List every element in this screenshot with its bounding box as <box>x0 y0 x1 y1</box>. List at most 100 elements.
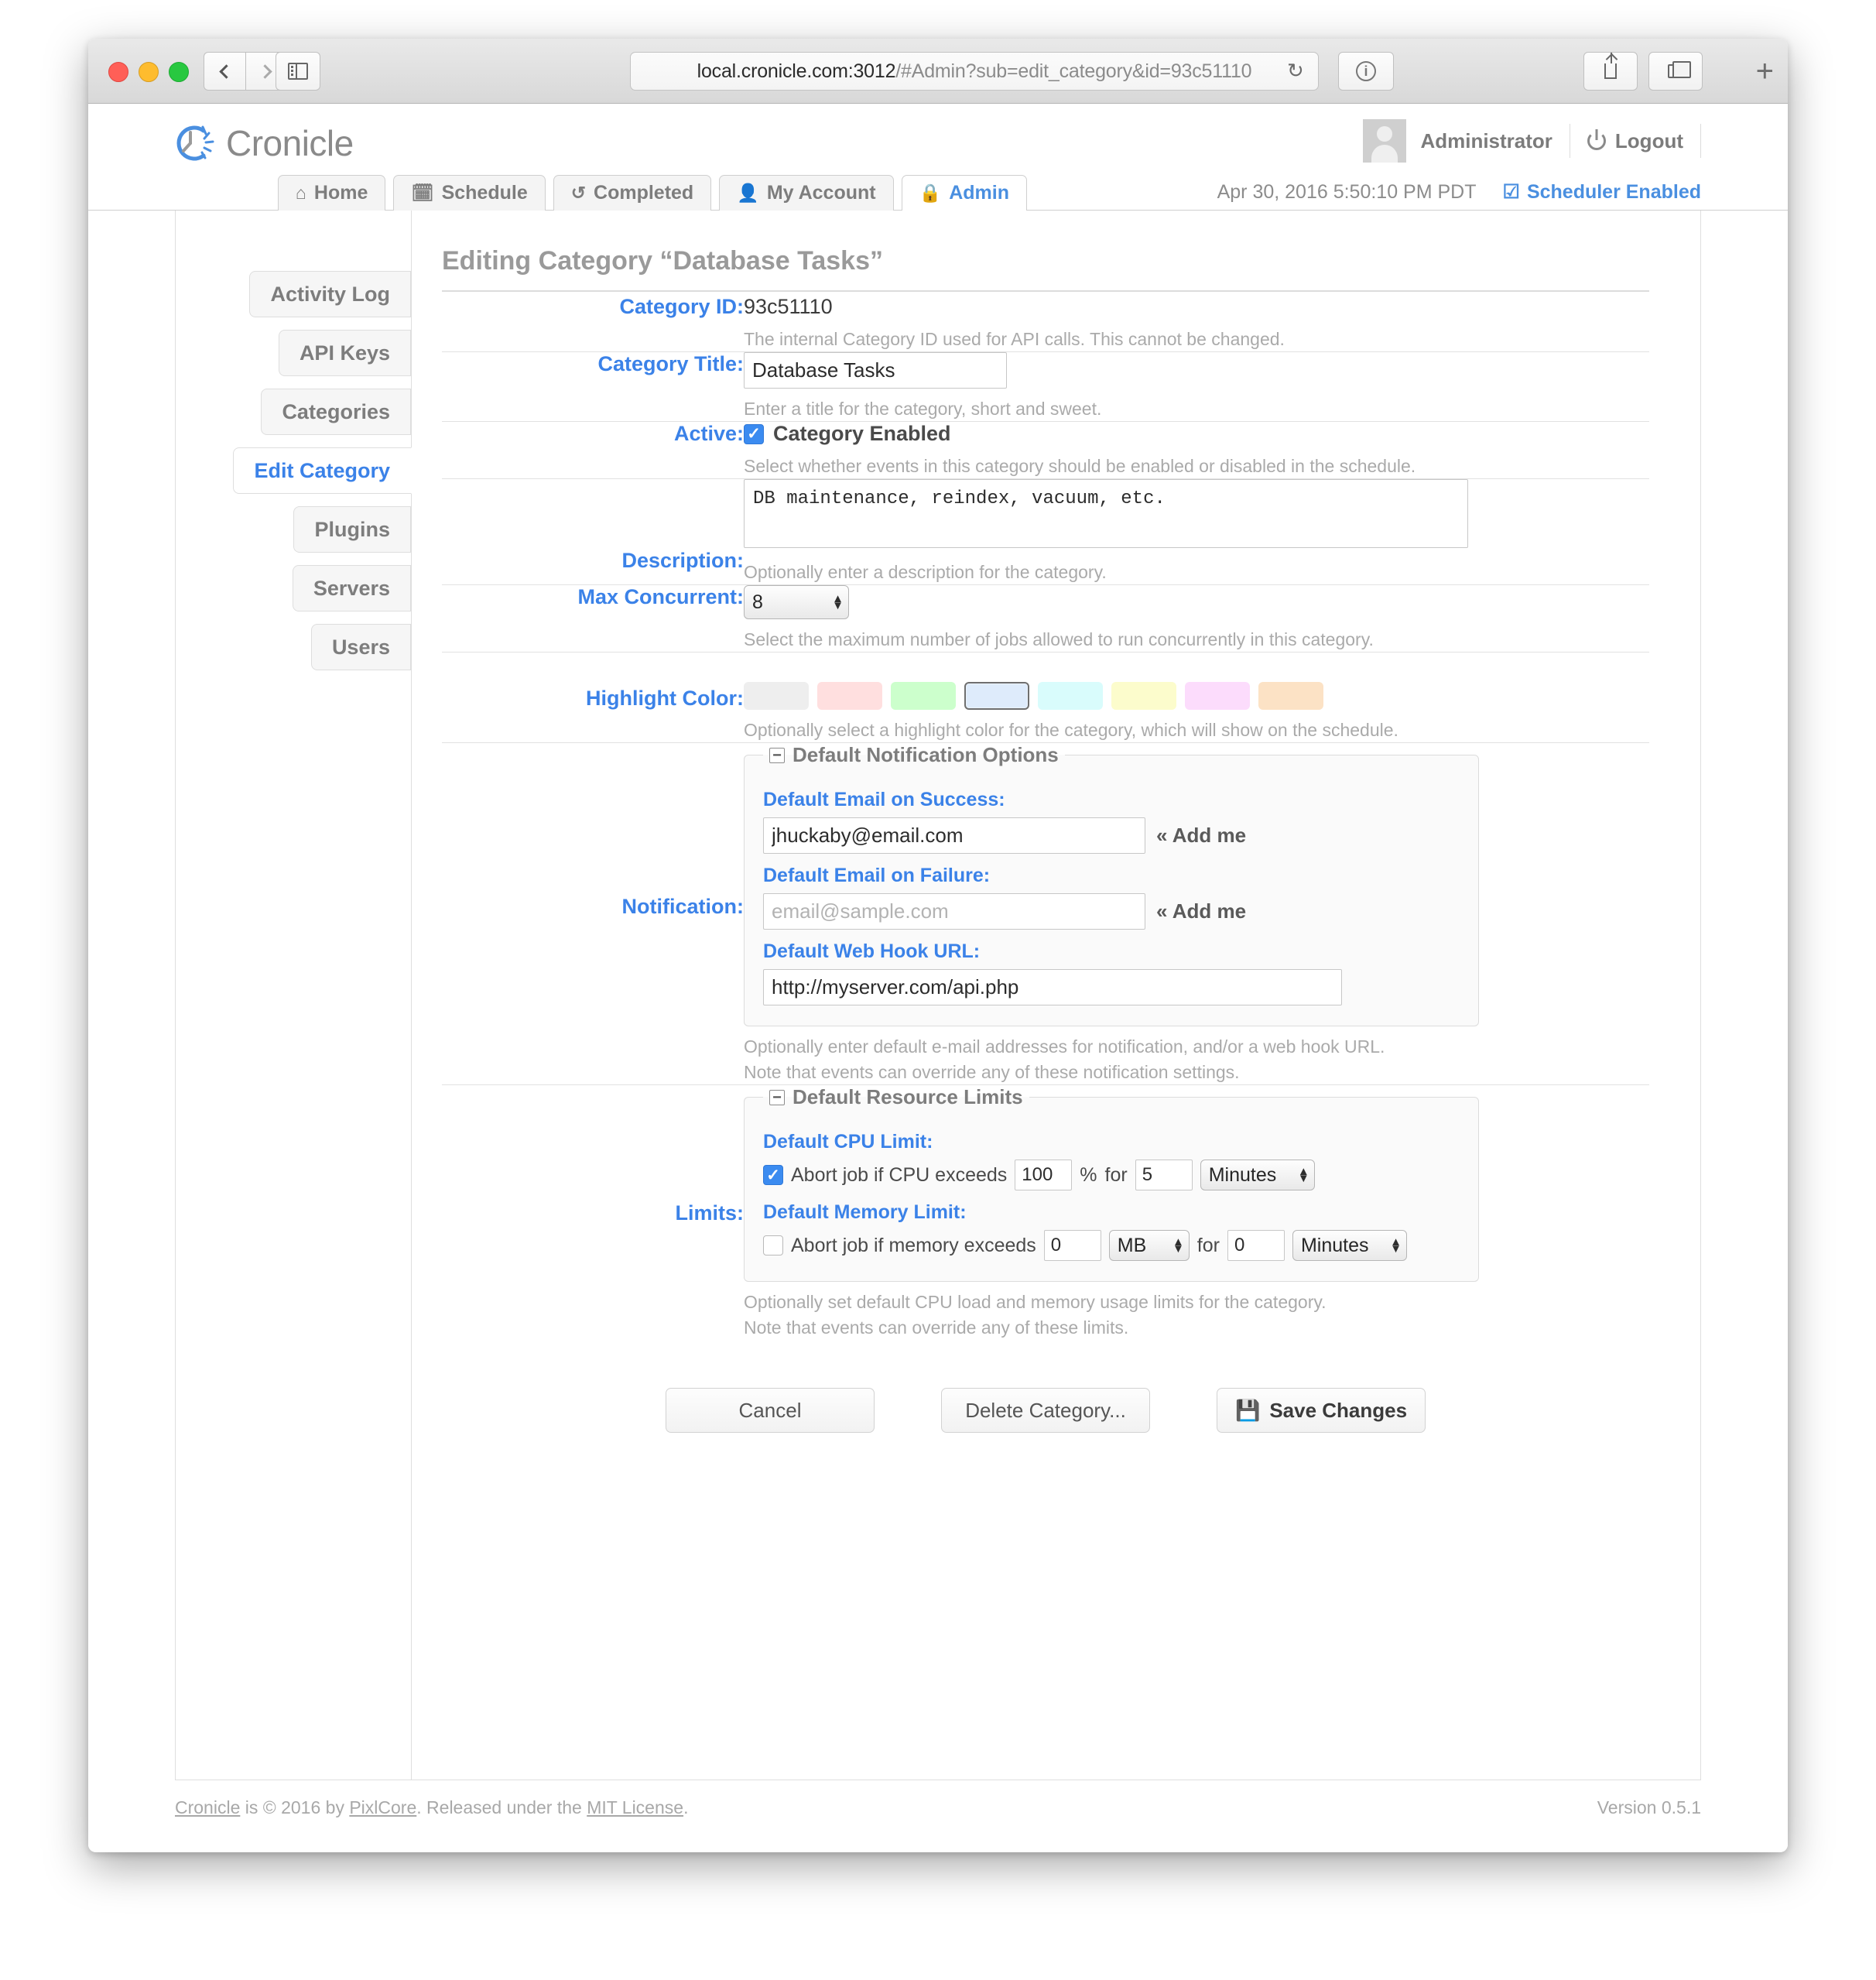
browser-window: local.cronicle.com:3012/#Admin?sub=edit_… <box>88 39 1788 1852</box>
email-success-addme-link[interactable]: « Add me <box>1156 824 1246 848</box>
sidebar-item-servers[interactable]: Servers <box>292 565 411 611</box>
reload-icon[interactable]: ↻ <box>1287 60 1306 81</box>
mit-license-link[interactable]: MIT License <box>587 1797 683 1817</box>
toolbar-right-buttons <box>1583 52 1703 91</box>
email-success-input[interactable] <box>763 817 1145 855</box>
tab-label: My Account <box>766 182 876 204</box>
email-failure-label: Default Email on Failure: <box>763 865 991 887</box>
sidebar-item-users[interactable]: Users <box>310 624 411 670</box>
close-window-button[interactable] <box>108 62 128 82</box>
limits-legend[interactable]: − Default Resource Limits <box>763 1085 1029 1109</box>
category-id-field: 93c51110 The internal Category ID used f… <box>744 295 1649 352</box>
scheduler-toggle[interactable]: ☑ Scheduler Enabled <box>1503 180 1701 204</box>
swatch-none[interactable] <box>744 682 809 711</box>
tab-my-account[interactable]: 👤 My Account <box>719 175 894 211</box>
username-label[interactable]: Administrator <box>1420 129 1552 153</box>
category-enabled-checkbox[interactable] <box>744 423 764 444</box>
pixlcore-link[interactable]: PixlCore <box>349 1797 416 1817</box>
reader-info-button[interactable]: i <box>1338 52 1394 91</box>
memory-duration-input[interactable] <box>1227 1230 1285 1262</box>
sidebar-item-categories[interactable]: Categories <box>261 389 411 435</box>
maximize-window-button[interactable] <box>169 62 189 82</box>
app-logo[interactable]: Cronicle <box>170 121 354 166</box>
cpu-duration-unit-select[interactable]: Minutes ▲ ▼ <box>1200 1160 1315 1191</box>
form-row-limits: Limits: − Default Resource Limits Defaul… <box>442 1085 1649 1341</box>
cronicle-link[interactable]: Cronicle <box>175 1797 240 1817</box>
default-notification-options-box: − Default Notification Options Default E… <box>744 743 1479 1027</box>
notification-field: − Default Notification Options Default E… <box>744 743 1649 1085</box>
status-bar: Apr 30, 2016 5:50:10 PM PDT ☑ Scheduler … <box>1217 180 1701 204</box>
limits-field: − Default Resource Limits Default CPU Li… <box>744 1085 1649 1341</box>
sidebar-item-api-keys[interactable]: API Keys <box>278 330 411 376</box>
notification-legend[interactable]: − Default Notification Options <box>763 743 1065 767</box>
calendar-clock-icon: 🗓 <box>411 183 434 203</box>
memory-limit-value-input[interactable] <box>1043 1230 1101 1262</box>
cpu-limit-checkbox[interactable] <box>763 1165 783 1186</box>
memory-duration-unit-select[interactable]: Minutes ▲ ▼ <box>1292 1230 1407 1262</box>
cpu-limit-value-input[interactable] <box>1015 1160 1073 1191</box>
sidebar-item-activity-log[interactable]: Activity Log <box>249 271 411 317</box>
tab-home[interactable]: ⌂ Home <box>278 175 386 211</box>
delete-category-button[interactable]: Delete Category... <box>941 1388 1150 1434</box>
save-changes-button[interactable]: 💾 Save Changes <box>1217 1388 1426 1434</box>
sidebar-item-label: Plugins <box>314 517 390 541</box>
form-row-max-concurrent: Max Concurrent: 8 ▲ ▼ Select the maximum … <box>442 585 1649 653</box>
cpu-duration-input[interactable] <box>1135 1160 1193 1191</box>
minimize-window-button[interactable] <box>139 62 159 82</box>
edit-category-form: Editing Category “Database Tasks” Catego… <box>413 211 1700 1464</box>
category-title-field: Enter a title for the category, short an… <box>744 352 1649 422</box>
email-failure-row: « Add me <box>763 893 1460 930</box>
category-title-input[interactable] <box>744 352 1007 389</box>
email-failure-input[interactable] <box>763 893 1145 930</box>
avatar[interactable] <box>1363 119 1407 163</box>
tab-completed[interactable]: ↺ Completed <box>553 175 712 211</box>
sidebar-item-label: Users <box>331 635 390 659</box>
logout-button[interactable]: Logout <box>1587 129 1683 153</box>
share-button[interactable] <box>1583 52 1638 91</box>
user-icon: 👤 <box>737 183 759 203</box>
active-hint: Select whether events in this category s… <box>744 456 1416 477</box>
swatch-green[interactable] <box>891 682 956 711</box>
sidebar-toggle-button[interactable] <box>276 52 320 91</box>
highlight-color-field: Optionally select a highlight color for … <box>744 653 1649 743</box>
memory-unit-select[interactable]: MB ▲ ▼ <box>1108 1230 1190 1262</box>
swatch-cyan[interactable] <box>1038 682 1103 711</box>
swatch-yellow[interactable] <box>1111 682 1176 711</box>
category-enabled-checkbox-row[interactable]: Category Enabled <box>744 422 1649 446</box>
tab-schedule[interactable]: 🗓 Schedule <box>393 175 546 211</box>
tab-admin[interactable]: 🔒 Admin <box>901 175 1028 211</box>
collapse-icon[interactable]: − <box>769 747 785 763</box>
category-title-hint: Enter a title for the category, short an… <box>744 399 1102 420</box>
new-tab-button[interactable]: + <box>1756 56 1774 87</box>
max-concurrent-select[interactable]: 8 ▲ ▼ <box>744 585 849 620</box>
show-tabs-button[interactable] <box>1648 52 1703 91</box>
swatch-blue[interactable] <box>964 682 1029 711</box>
collapse-icon[interactable]: − <box>769 1089 785 1105</box>
form-action-buttons: Cancel Delete Category... 💾 Save Changes <box>442 1388 1649 1464</box>
main-tab-bar: ⌂ Home 🗓 Schedule ↺ Completed 👤 My Accou… <box>88 173 1788 211</box>
sidebar-item-label: Edit Category <box>254 458 390 482</box>
webhook-row <box>763 969 1460 1006</box>
sidebar-icon <box>288 63 308 80</box>
floppy-disk-icon: 💾 <box>1234 1398 1261 1422</box>
sidebar-item-label: Servers <box>313 576 390 600</box>
swatch-red[interactable] <box>817 682 882 711</box>
back-button[interactable] <box>204 52 245 91</box>
sidebar-item-edit-category[interactable]: Edit Category <box>233 447 412 494</box>
power-icon <box>1587 132 1606 150</box>
sidebar-item-label: API Keys <box>299 341 390 365</box>
stepper-arrows-icon: ▲ ▼ <box>1297 1165 1309 1186</box>
webhook-input[interactable] <box>763 969 1342 1006</box>
swatch-orange[interactable] <box>1258 682 1323 711</box>
max-concurrent-hint: Select the maximum number of jobs allowe… <box>744 629 1374 650</box>
memory-limit-checkbox[interactable] <box>763 1235 783 1256</box>
address-bar[interactable]: local.cronicle.com:3012/#Admin?sub=edit_… <box>630 52 1319 91</box>
cancel-button[interactable]: Cancel <box>666 1388 875 1434</box>
swatch-purple[interactable] <box>1185 682 1250 711</box>
sidebar-item-plugins[interactable]: Plugins <box>293 506 411 553</box>
email-failure-addme-link[interactable]: « Add me <box>1156 899 1246 923</box>
description-textarea[interactable]: DB maintenance, reindex, vacuum, etc. <box>744 479 1468 549</box>
current-datetime: Apr 30, 2016 5:50:10 PM PDT <box>1217 180 1477 203</box>
checkbox-checked-icon: ☑ <box>1502 181 1520 203</box>
page-title: Editing Category “Database Tasks” <box>442 246 1649 292</box>
